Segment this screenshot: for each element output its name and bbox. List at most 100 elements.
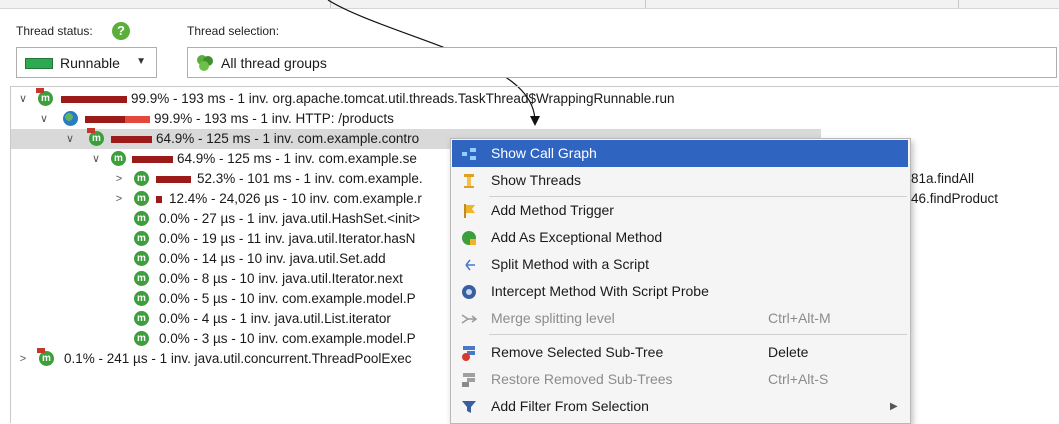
menu-item-shortcut: Ctrl+Alt-M — [768, 310, 831, 326]
tree-row-label: 99.9% - 193 ms - 1 inv. org.apache.tomca… — [131, 91, 675, 106]
method-icon: m — [134, 171, 149, 186]
thread-selection-dropdown[interactable]: All thread groups — [187, 47, 1057, 78]
method-icon: m — [134, 211, 149, 226]
method-icon: m — [36, 88, 53, 106]
percent-bar — [156, 176, 191, 183]
menu-item-label: Remove Selected Sub-Tree — [491, 344, 664, 360]
tree-row-label-tail: 46.findProduct — [911, 191, 999, 206]
tree-row[interactable]: m 0.0% - 3 µs - 10 inv. com.example.mode… — [11, 329, 451, 349]
split-icon — [465, 259, 475, 271]
toolbar-separator — [330, 0, 331, 8]
tree-row-label: 0.0% - 19 µs - 11 inv. java.util.Iterato… — [159, 231, 416, 246]
menu-item-show-threads[interactable]: Show Threads — [452, 167, 908, 194]
menu-item-label: Show Call Graph — [491, 145, 597, 161]
thread-status-dropdown[interactable]: Runnable ▼ — [16, 47, 157, 78]
tree-row[interactable]: m 0.0% - 5 µs - 10 inv. com.example.mode… — [11, 289, 451, 309]
menu-item-label: Add Method Trigger — [491, 202, 614, 218]
thread-status-value: Runnable — [60, 55, 120, 71]
menu-item-add-method-trigger[interactable]: Add Method Trigger — [452, 197, 908, 224]
percent-bar-segment — [125, 116, 150, 123]
tree-row[interactable]: > m 0.1% - 241 µs - 1 inv. java.util.con… — [11, 348, 451, 369]
tree-row-label: 0.0% - 27 µs - 1 inv. java.util.HashSet.… — [159, 211, 421, 226]
question-icon[interactable]: ? — [112, 22, 130, 40]
percent-bar — [61, 96, 127, 103]
top-toolbar-strip — [0, 0, 1059, 9]
tree-row-label: 12.4% - 24,026 µs - 10 inv. com.example.… — [169, 191, 422, 206]
method-icon: m — [37, 348, 54, 366]
menu-item-show-call-graph[interactable]: Show Call Graph — [452, 140, 908, 167]
tree-row[interactable]: m 0.0% - 8 µs - 10 inv. java.util.Iterat… — [11, 269, 451, 289]
menu-item-merge-splitting-level[interactable]: Merge splitting level Ctrl+Alt-M — [452, 305, 908, 332]
globe-icon — [63, 111, 78, 126]
menu-item-label: Restore Removed Sub-Trees — [491, 371, 673, 387]
toolbar-separator — [645, 0, 646, 8]
menu-item-shortcut: Delete — [768, 344, 809, 360]
menu-item-label: Merge splitting level — [491, 310, 615, 326]
tree-row-label: 0.0% - 14 µs - 10 inv. java.util.Set.add — [159, 251, 386, 266]
submenu-arrow-icon: ▶ — [890, 401, 898, 412]
exceptional-method-icon — [462, 231, 476, 245]
method-icon: m — [134, 251, 149, 266]
method-icon: m — [134, 311, 149, 326]
menu-separator — [489, 334, 907, 335]
tree-row[interactable]: m 0.0% - 19 µs - 11 inv. java.util.Itera… — [11, 229, 451, 249]
menu-item-restore-removed-subtrees[interactable]: Restore Removed Sub-Trees Ctrl+Alt-S — [452, 366, 908, 393]
method-icon: m — [111, 151, 126, 166]
menu-item-shortcut: Ctrl+Alt-S — [768, 371, 829, 387]
menu-item-add-as-exceptional-method[interactable]: Add As Exceptional Method — [452, 224, 908, 251]
method-icon: m — [134, 231, 149, 246]
percent-bar — [132, 156, 173, 163]
chevron-down-icon[interactable]: ∨ — [17, 89, 29, 109]
chevron-right-icon[interactable]: > — [113, 189, 125, 209]
flag-icon — [464, 204, 475, 218]
tree-row[interactable]: ∨ m 99.9% - 193 ms - 1 inv. org.apache.t… — [11, 88, 911, 109]
chevron-down-icon[interactable]: ∨ — [64, 129, 76, 149]
context-menu: Show Call Graph Show Threads Add Method … — [450, 138, 911, 424]
menu-item-label: Add As Exceptional Method — [491, 229, 663, 245]
tree-row-label: 0.0% - 5 µs - 10 inv. com.example.model.… — [159, 291, 416, 306]
merge-icon — [461, 314, 477, 324]
menu-item-label: Show Threads — [491, 172, 582, 188]
chevron-right-icon[interactable]: > — [17, 349, 29, 369]
method-icon: m — [134, 331, 149, 346]
method-icon: m — [134, 191, 149, 206]
menu-item-label: Intercept Method With Script Probe — [491, 283, 709, 299]
tree-row[interactable]: m 0.0% - 4 µs - 1 inv. java.util.List.it… — [11, 309, 451, 329]
chevron-down-icon: ▼ — [136, 56, 146, 67]
tree-row-label: 52.3% - 101 ms - 1 inv. com.example. — [197, 171, 423, 186]
tree-row-label: 64.9% - 125 ms - 1 inv. com.example.se — [177, 151, 417, 166]
remove-subtree-icon — [462, 346, 475, 361]
runnable-color-swatch — [25, 58, 53, 69]
menu-item-split-method[interactable]: Split Method with a Script — [452, 251, 908, 278]
menu-item-intercept-method[interactable]: Intercept Method With Script Probe — [452, 278, 908, 305]
percent-bar — [85, 116, 125, 123]
threads-icon — [464, 174, 474, 188]
method-icon: m — [134, 291, 149, 306]
tree-row-label: 0.0% - 3 µs - 10 inv. com.example.model.… — [159, 331, 416, 346]
restore-icon — [462, 373, 475, 387]
percent-bar — [156, 196, 162, 203]
filter-icon — [462, 401, 476, 413]
thread-selection-label: Thread selection: — [187, 24, 280, 38]
method-icon: m — [134, 271, 149, 286]
call-graph-icon — [462, 148, 476, 160]
menu-item-label: Split Method with a Script — [491, 256, 649, 272]
chevron-down-icon[interactable]: ∨ — [90, 149, 102, 169]
menu-item-label: Add Filter From Selection — [491, 398, 649, 414]
toolbar-separator — [958, 0, 959, 8]
probe-icon — [462, 285, 476, 299]
tree-row-label: 64.9% - 125 ms - 1 inv. com.example.cont… — [156, 131, 420, 146]
chevron-right-icon[interactable]: > — [113, 169, 125, 189]
tree-row-label: 0.0% - 8 µs - 10 inv. java.util.Iterator… — [159, 271, 403, 286]
menu-item-add-filter-from-selection[interactable]: Add Filter From Selection ▶ — [452, 393, 908, 420]
thread-selection-value: All thread groups — [221, 55, 327, 71]
chevron-down-icon[interactable]: ∨ — [38, 109, 50, 129]
tree-row[interactable]: m 0.0% - 14 µs - 10 inv. java.util.Set.a… — [11, 249, 451, 269]
thread-group-icon — [197, 55, 213, 71]
percent-bar — [111, 136, 152, 143]
menu-item-remove-selected-subtree[interactable]: Remove Selected Sub-Tree Delete — [452, 339, 908, 366]
tree-row-label: 99.9% - 193 ms - 1 inv. HTTP: /products — [154, 111, 394, 126]
tree-row[interactable]: ∨ 99.9% - 193 ms - 1 inv. HTTP: /product… — [11, 109, 911, 129]
tree-row-label: 0.0% - 4 µs - 1 inv. java.util.List.iter… — [159, 311, 391, 326]
tree-row[interactable]: m 0.0% - 27 µs - 1 inv. java.util.HashSe… — [11, 209, 451, 229]
